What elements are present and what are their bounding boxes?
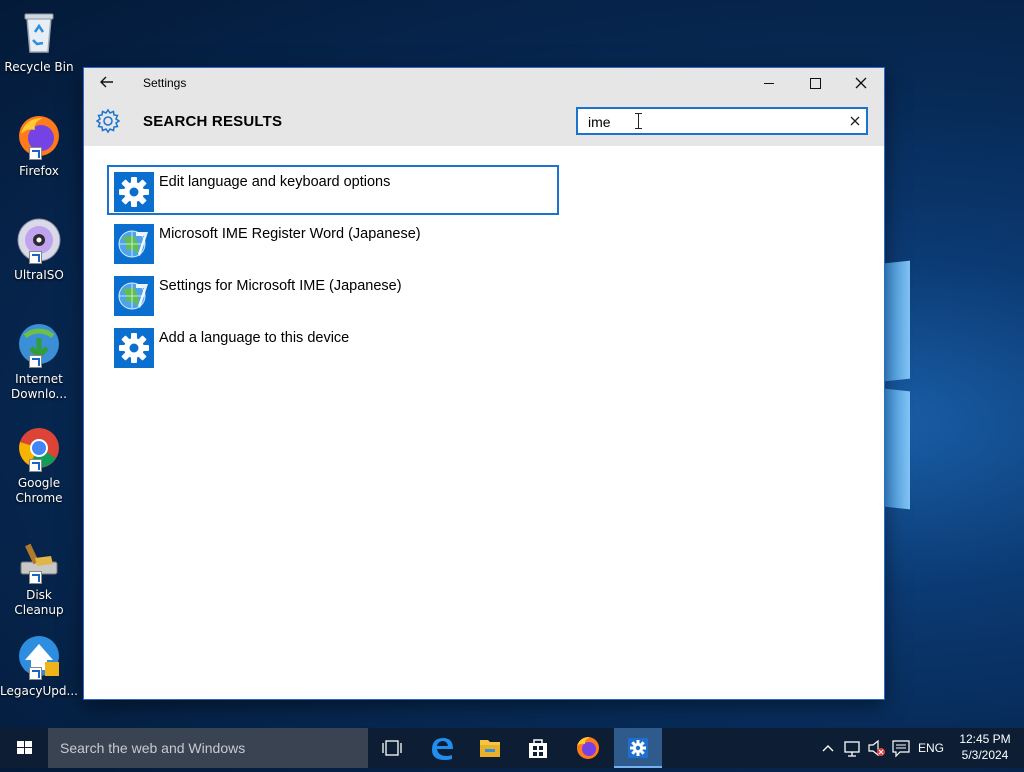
maximize-button[interactable]: [792, 68, 838, 98]
shortcut-arrow-icon: [29, 667, 42, 680]
desktop-icon-label: LegacyUpd...: [0, 684, 78, 698]
taskbar-firefox[interactable]: [564, 728, 612, 768]
shortcut-arrow-icon: [29, 355, 42, 368]
wallpaper-logo-pane: [884, 388, 910, 510]
settings-gear-icon: [95, 108, 121, 134]
clock-date: 5/3/2024: [961, 748, 1009, 762]
folder-icon: [480, 740, 500, 757]
volume-muted-icon: [868, 739, 885, 757]
edge-icon: [432, 738, 453, 760]
settings-window: Settings SEARCH RESULTS ime Edit languag…: [84, 68, 884, 699]
shortcut-arrow-icon: [29, 147, 42, 160]
taskbar-file-explorer[interactable]: [466, 728, 514, 768]
page-title: SEARCH RESULTS: [143, 113, 283, 130]
desktop-icon-internet-download-manager[interactable]: Internet Downlo...: [0, 320, 78, 402]
taskbar-store[interactable]: [514, 728, 562, 768]
settings-search-input[interactable]: ime: [576, 107, 868, 135]
window-title: Settings: [143, 76, 187, 90]
store-icon: [529, 739, 547, 758]
maximize-icon: [809, 77, 821, 89]
volume-tray-button[interactable]: [866, 728, 888, 768]
desktop-icon-label: Disk Cleanup: [14, 588, 64, 617]
desktop-icon-disk-cleanup[interactable]: Disk Cleanup: [0, 536, 78, 618]
disk-cleanup-icon: [15, 536, 63, 584]
recycle-bin-icon: [15, 8, 63, 56]
taskbar-edge[interactable]: [418, 728, 466, 768]
desktop-icon-label: Recycle Bin: [4, 60, 74, 74]
taskbar-search-placeholder: Search the web and Windows: [60, 740, 246, 756]
taskbar-clock[interactable]: 12:45 PM 5/3/2024: [950, 731, 1020, 763]
chrome-icon: [15, 424, 63, 472]
ime-globe-icon: [114, 276, 154, 316]
gear-icon: [114, 328, 154, 368]
desktop-icon-label: Firefox: [19, 164, 59, 178]
minimize-button[interactable]: [746, 68, 792, 98]
taskbar-settings[interactable]: [614, 728, 662, 768]
search-result-ime-settings[interactable]: Settings for Microsoft IME (Japanese): [108, 270, 558, 318]
desktop-icon-label: Internet Downlo...: [11, 372, 67, 401]
shortcut-arrow-icon: [29, 459, 42, 472]
clear-search-button[interactable]: [850, 112, 860, 130]
back-button[interactable]: [96, 73, 118, 93]
start-button[interactable]: [0, 728, 48, 768]
search-input-value[interactable]: ime: [588, 114, 611, 130]
search-result-edit-language[interactable]: Edit language and keyboard options: [107, 165, 559, 215]
search-result-ime-register-word[interactable]: Microsoft IME Register Word (Japanese): [108, 218, 558, 266]
desktop-icon-google-chrome[interactable]: Google Chrome: [0, 424, 78, 506]
search-result-label: Microsoft IME Register Word (Japanese): [159, 226, 421, 242]
text-cursor-icon: [635, 113, 642, 129]
firefox-icon: [577, 737, 599, 759]
desktop-icon-label: Google Chrome: [15, 476, 63, 505]
minimize-icon: [764, 82, 774, 84]
wallpaper-logo-pane: [884, 260, 910, 382]
title-bar: Settings: [84, 68, 884, 98]
close-icon: [855, 77, 867, 89]
input-language-indicator[interactable]: ENG: [916, 728, 946, 768]
network-icon: [844, 741, 860, 757]
search-result-label: Edit language and keyboard options: [159, 174, 391, 190]
back-arrow-icon: [100, 76, 113, 88]
clear-icon: [850, 116, 860, 126]
search-result-label: Add a language to this device: [159, 330, 350, 346]
shortcut-arrow-icon: [29, 571, 42, 584]
task-view-icon: [382, 740, 402, 756]
taskbar: Search the web and Windows ENG 12:45 PM …: [0, 728, 1024, 768]
shortcut-arrow-icon: [29, 251, 42, 264]
desktop-icon-recycle-bin[interactable]: Recycle Bin: [0, 8, 78, 75]
notification-icon: [892, 740, 910, 758]
legacy-update-icon: [15, 632, 63, 680]
desktop-icon-legacyupdate[interactable]: LegacyUpd...: [0, 632, 78, 699]
desktop-icon-firefox[interactable]: Firefox: [0, 112, 78, 179]
desktop-icon-ultraiso[interactable]: UltraISO: [0, 216, 78, 283]
search-result-add-language[interactable]: Add a language to this device: [108, 322, 558, 370]
desktop-icon-label: UltraISO: [14, 268, 64, 282]
clock-time: 12:45 PM: [959, 732, 1011, 746]
search-results-list: Edit language and keyboard options Micro…: [107, 165, 559, 374]
gear-icon: [114, 172, 154, 212]
download-manager-icon: [15, 320, 63, 368]
windows-logo-icon: [17, 741, 32, 754]
gear-icon: [628, 738, 648, 758]
ime-globe-icon: [114, 224, 154, 264]
chevron-up-icon: [822, 745, 834, 752]
network-tray-button[interactable]: [842, 728, 864, 768]
show-hidden-icons-button[interactable]: [818, 728, 838, 768]
taskbar-search-box[interactable]: Search the web and Windows: [48, 728, 368, 768]
action-center-button[interactable]: [890, 728, 912, 768]
task-view-button[interactable]: [368, 728, 416, 768]
close-button[interactable]: [838, 68, 884, 98]
settings-header: SEARCH RESULTS ime: [84, 98, 884, 146]
search-result-label: Settings for Microsoft IME (Japanese): [159, 278, 402, 294]
firefox-icon: [15, 112, 63, 160]
disc-icon: [15, 216, 63, 264]
